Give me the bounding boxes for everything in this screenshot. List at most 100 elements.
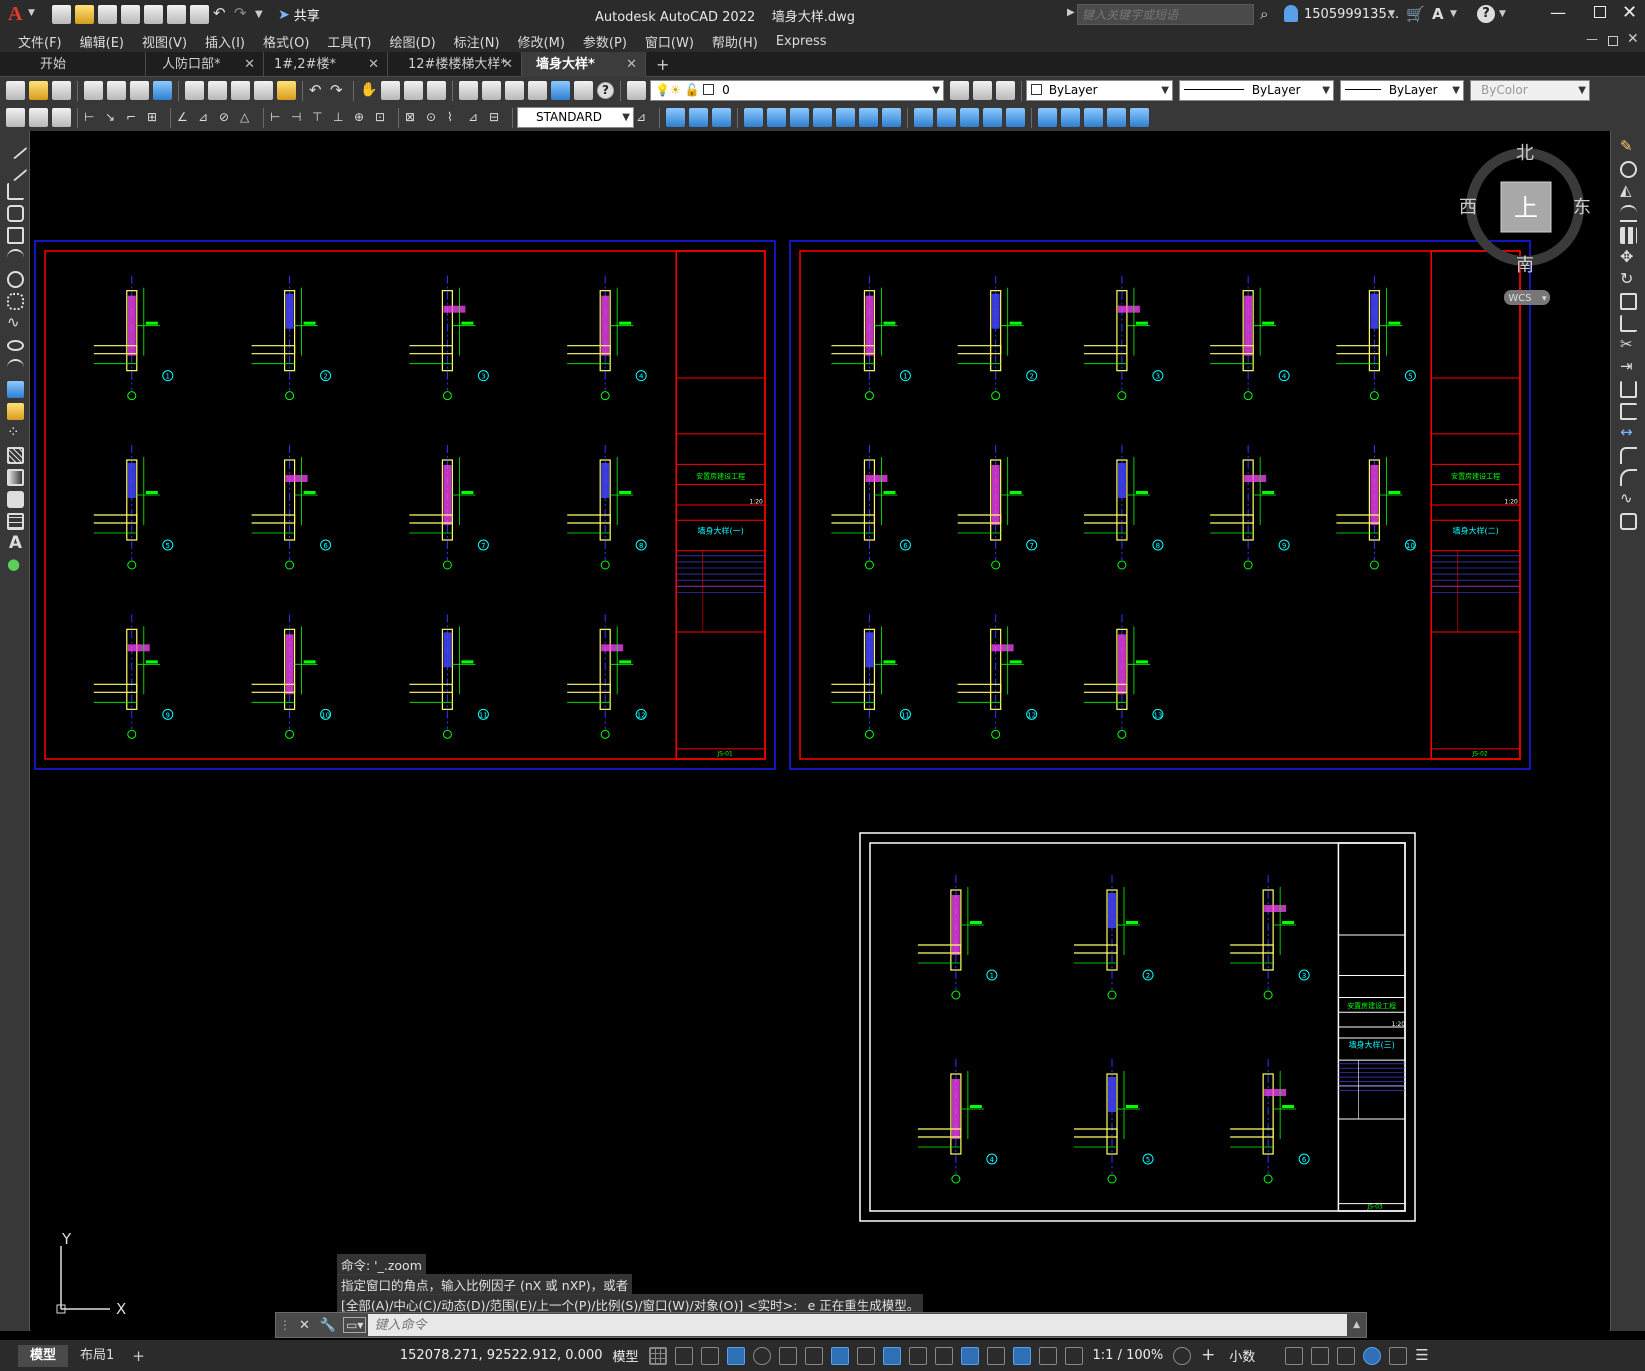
markup-icon[interactable] [551,81,570,100]
multileader-icon[interactable]: ⊤ [312,109,329,126]
transparency-icon[interactable] [882,1346,901,1365]
snap-icon[interactable] [674,1346,693,1365]
dim-aligned-icon[interactable] [29,108,48,127]
lineweight-icon[interactable] [856,1346,875,1365]
explode-icon[interactable] [1038,108,1057,127]
construction-line-icon[interactable] [3,157,28,182]
offset-icon[interactable] [767,108,786,127]
break-icon[interactable] [1620,403,1637,420]
dim-baseline-icon[interactable]: ⊘ [219,109,236,126]
user-icon[interactable] [1284,5,1298,22]
model-space-button[interactable]: 模型 [613,1346,639,1365]
trim-icon[interactable] [882,108,901,127]
help-arrow-icon[interactable]: ▼ [1499,9,1506,19]
zoom-previous-icon[interactable] [427,81,446,100]
design-center-icon[interactable] [482,81,501,100]
dim-angular-icon[interactable]: ∠ [177,109,194,126]
tab-building-1-2[interactable]: 1#,2#楼* ✕ [264,52,388,77]
cut-icon[interactable] [185,81,204,100]
search-input[interactable] [1077,4,1254,25]
explode-icon[interactable] [1620,513,1637,530]
group-icon[interactable] [1084,108,1103,127]
clean-screen-icon[interactable] [1389,1346,1408,1365]
compass-west[interactable]: 西 [1459,197,1477,218]
doc-minimize-icon[interactable]: — [1586,32,1598,46]
make-current-icon[interactable] [950,81,969,100]
annotation-scale[interactable]: 1:1 / 100% [1093,1348,1164,1363]
join-icon[interactable]: ↔ [1620,425,1637,442]
menu-window[interactable]: 窗口(W) [637,32,704,51]
menu-dimension[interactable]: 标注(N) [446,32,510,51]
app-logo[interactable]: A [8,3,22,26]
dim-continue-icon[interactable]: △ [240,109,257,126]
user-arrow-icon[interactable]: ▼ [1388,9,1395,19]
point-icon[interactable]: ⁘ [7,425,24,442]
save-icon[interactable] [98,5,117,24]
extend-icon[interactable]: ⇥ [1620,359,1637,376]
isolate-objects-icon[interactable] [1337,1346,1356,1365]
fillet-icon[interactable] [1006,108,1025,127]
maximize-icon[interactable] [1594,6,1606,18]
properties-icon[interactable] [459,81,478,100]
menu-file[interactable]: 文件(F) [10,32,72,51]
pan-icon[interactable]: ✋ [360,82,377,99]
blend-icon[interactable]: ∿ [1620,491,1637,508]
rotate-icon[interactable]: ↻ [1620,271,1637,288]
doc-close-icon[interactable]: ✕ [1627,31,1639,47]
jogged-linear-icon[interactable]: ⊠ [405,109,422,126]
dim-linear-icon[interactable] [6,108,25,127]
minimize-icon[interactable]: — [1550,3,1566,22]
polygon-icon[interactable] [7,205,24,222]
dim-edit-icon[interactable]: ⊙ [426,109,443,126]
hatch-icon[interactable] [7,447,24,464]
polar-icon[interactable] [752,1346,771,1365]
color-combo[interactable]: ByLayer ▼ [1026,80,1173,101]
redo-icon[interactable]: ↷ [234,6,251,23]
close-command-icon[interactable]: ✕ [299,1318,310,1333]
erase-icon[interactable]: ✎ [1620,139,1637,156]
copy-icon[interactable] [208,81,227,100]
table-icon[interactable] [7,513,24,530]
dim-break-icon[interactable]: ⊣ [291,109,308,126]
polyline-icon[interactable] [7,183,24,200]
cart-icon[interactable]: 🛒 [1406,5,1425,23]
3d-osnap-icon[interactable] [934,1346,953,1365]
tab-layout1[interactable]: 布局1 [68,1345,126,1367]
dim-radius-icon[interactable]: ↘ [105,109,122,126]
copy-icon[interactable] [1620,161,1637,178]
center-mark-icon[interactable]: ⊕ [354,109,371,126]
compass-north[interactable]: 北 [1516,143,1534,164]
arc-icon[interactable] [7,249,24,266]
share-button[interactable]: 共享 [294,5,320,24]
save-icon[interactable] [52,81,71,100]
circle-icon[interactable] [7,271,24,288]
search-icon[interactable]: ⌕ [1260,5,1268,23]
tab-close-icon[interactable]: ✕ [368,52,379,77]
stretch-icon[interactable] [1620,315,1637,332]
doc-restore-icon[interactable] [1608,36,1618,46]
insert-block-icon[interactable] [7,381,24,398]
menu-edit[interactable]: 编辑(E) [72,32,134,51]
move-icon[interactable]: ✥ [1620,249,1637,266]
lengthen-icon[interactable] [1130,108,1149,127]
lock-ui-icon[interactable] [1311,1346,1330,1365]
publish-icon[interactable] [130,81,149,100]
menu-draw[interactable]: 绘图(D) [382,32,446,51]
scale-icon[interactable] [836,108,855,127]
mirror-icon[interactable]: ◭ [1620,183,1637,200]
quick-dim-icon[interactable]: ⊿ [198,109,215,126]
rectangle-icon[interactable] [7,227,24,244]
search-expand-icon[interactable]: ▶ [1067,7,1075,18]
dynamic-ucs-icon[interactable] [960,1346,979,1365]
dim-text-edit-icon[interactable]: ⌇ [447,109,464,126]
add-selected-icon[interactable]: ● [7,557,24,574]
break-icon[interactable] [937,108,956,127]
dim-arc-icon[interactable] [52,108,71,127]
ortho-icon[interactable] [726,1346,745,1365]
menu-format[interactable]: 格式(O) [255,32,319,51]
tab-civil-defense[interactable]: 人防口部* ✕ [146,52,264,77]
save-as-icon[interactable] [121,5,140,24]
quick-properties-icon[interactable] [1285,1346,1304,1365]
share-icon[interactable]: ➤ [278,7,290,23]
rotate-icon[interactable] [712,108,731,127]
